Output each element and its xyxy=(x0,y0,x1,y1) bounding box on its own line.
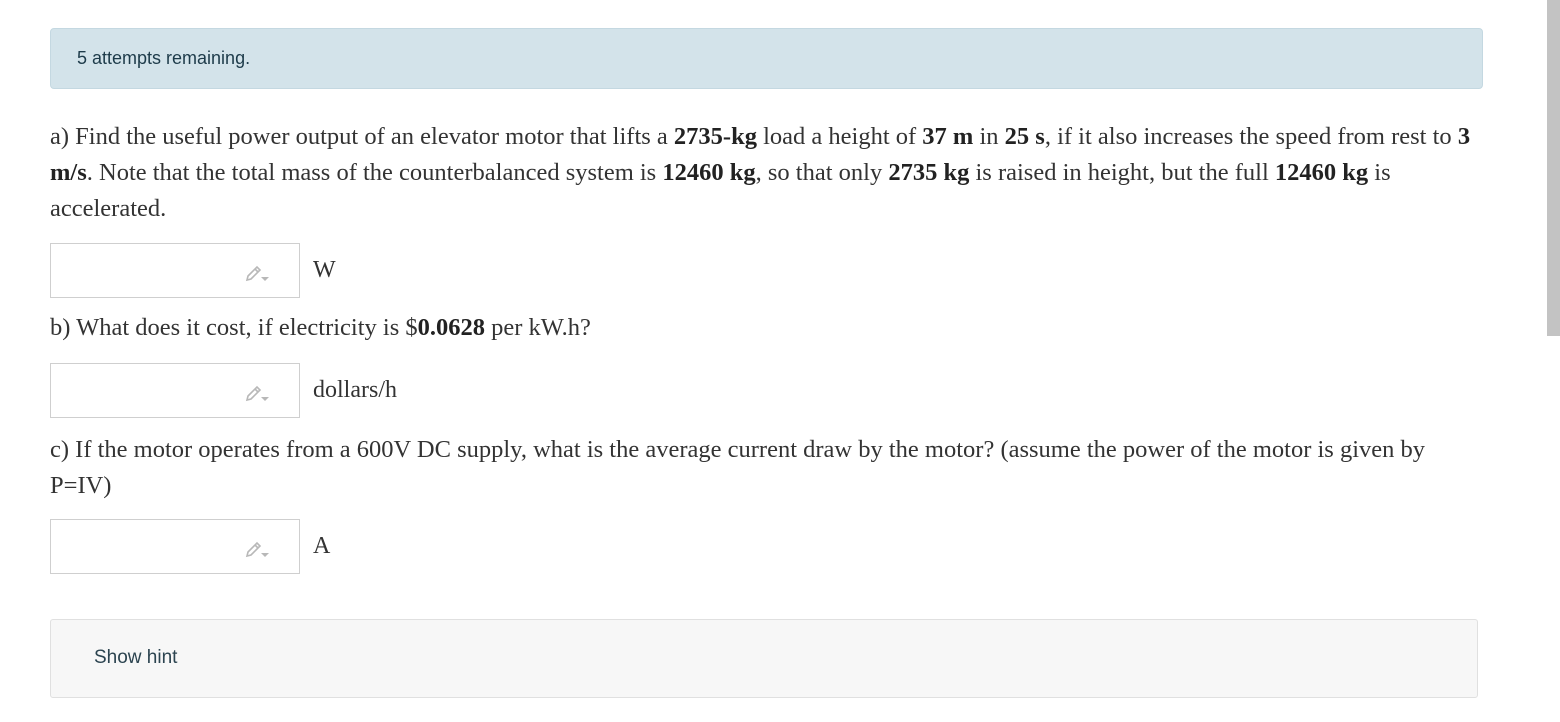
answer-input-a[interactable] xyxy=(50,243,300,298)
attempts-remaining-alert: 5 attempts remaining. xyxy=(50,28,1483,89)
raised-mass-value: 2735 kg xyxy=(888,159,970,186)
answer-input-b[interactable] xyxy=(50,363,300,418)
question-a-text-part: a) Find the useful power output of an el… xyxy=(50,123,674,150)
load-mass-value: 2735-kg xyxy=(673,123,757,150)
show-hint-label: Show hint xyxy=(94,647,178,668)
answer-row-a: W xyxy=(50,243,336,298)
pencil-icon[interactable] xyxy=(244,536,272,560)
question-c-text: c) If the motor operates from a 600V DC … xyxy=(50,436,1426,499)
question-a-text-part: in xyxy=(973,123,1005,150)
answer-row-b: dollars/h xyxy=(50,363,397,418)
show-hint-button[interactable]: Show hint xyxy=(50,619,1478,698)
question-b-text-part: b) What does it cost, if electricity is … xyxy=(50,314,418,341)
attempts-remaining-text: 5 attempts remaining. xyxy=(77,48,251,68)
question-a-text-part: load a height of xyxy=(756,123,923,150)
question-a-text-part: , if it also increases the speed from re… xyxy=(1044,123,1458,150)
pencil-icon[interactable] xyxy=(244,380,272,404)
question-a-text: a) Find the useful power output of an el… xyxy=(50,119,1490,227)
unit-label-b: dollars/h xyxy=(313,377,397,403)
question-b-text: b) What does it cost, if electricity is … xyxy=(50,310,1490,346)
question-a-text-part: . Note that the total mass of the counte… xyxy=(86,159,663,186)
question-b-text-part: per kW.h? xyxy=(485,314,591,341)
scrollbar-thumb[interactable] xyxy=(1547,0,1560,336)
total-mass-value: 12460 kg xyxy=(662,159,756,186)
unit-label-c: A xyxy=(313,533,331,559)
question-a-text-part: is raised in height, but the full xyxy=(969,159,1275,186)
height-value: 37 m xyxy=(922,123,974,150)
unit-label-a: W xyxy=(313,257,336,283)
answer-input-c[interactable] xyxy=(50,519,300,574)
time-value: 25 s xyxy=(1004,123,1045,150)
answer-row-c: A xyxy=(50,519,330,574)
question-a-text-part: , so that only xyxy=(755,159,889,186)
electricity-price-value: 0.0628 xyxy=(417,314,486,341)
total-mass-value: 12460 kg xyxy=(1274,159,1369,186)
pencil-icon[interactable] xyxy=(244,260,272,284)
